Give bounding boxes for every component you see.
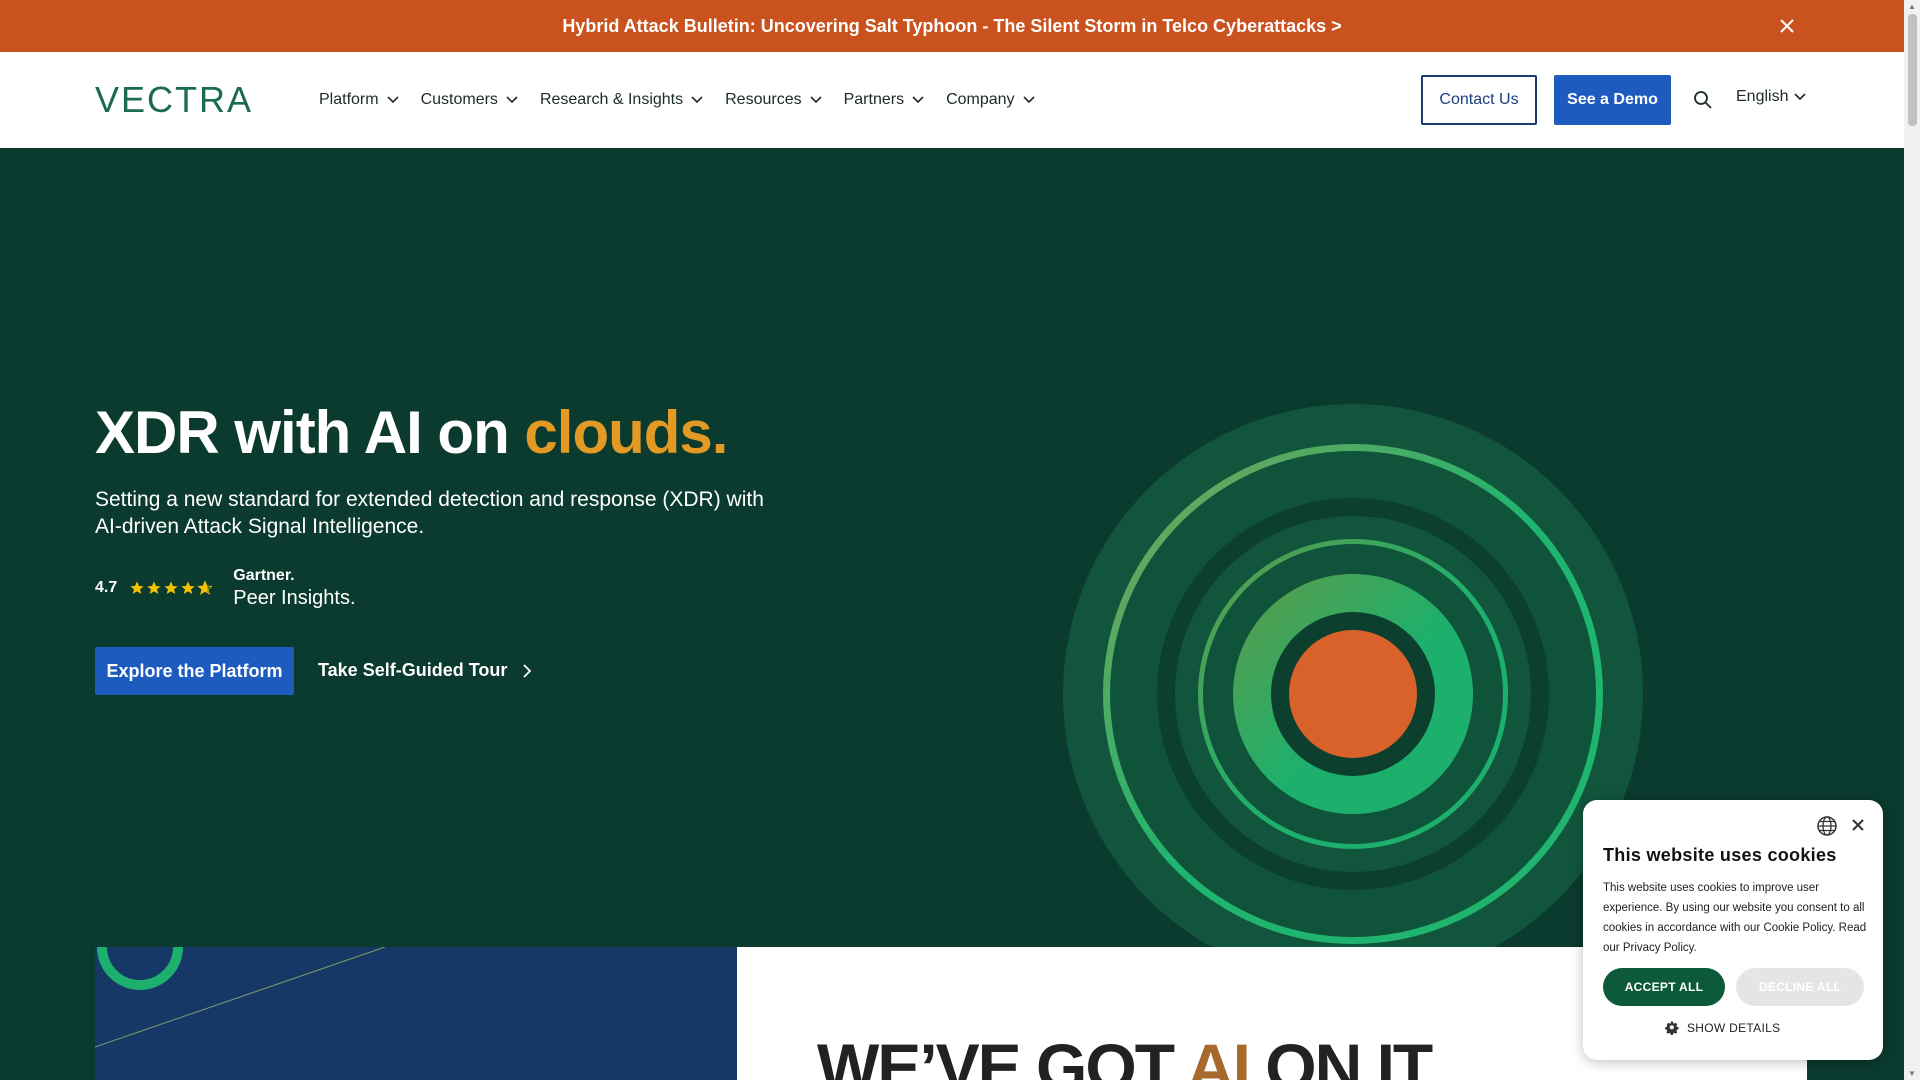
nav-label: Company <box>946 91 1015 108</box>
close-icon[interactable] <box>1849 816 1867 834</box>
headline-ai: AI <box>1186 1030 1251 1080</box>
nav-resources[interactable]: Resources <box>725 91 822 109</box>
contact-us-button[interactable]: Contact Us <box>1421 75 1537 125</box>
announcement-bar[interactable]: Hybrid Attack Bulletin: Uncovering Salt … <box>0 0 1904 52</box>
language-label: English <box>1736 88 1789 105</box>
nav-label: Platform <box>319 91 379 108</box>
chevron-down-icon <box>912 96 924 104</box>
hero-title-main: XDR with AI on <box>95 399 525 466</box>
nav-label: Research & Insights <box>539 91 684 108</box>
nav-label: Resources <box>725 91 802 108</box>
section-headline: WE’VE GOT AI ON IT <box>817 1029 1433 1080</box>
see-a-demo-button[interactable]: See a Demo <box>1554 75 1671 125</box>
nav-partners[interactable]: Partners <box>844 91 924 109</box>
close-icon[interactable] <box>1774 13 1800 39</box>
accept-all-button[interactable]: ACCEPT ALL <box>1603 968 1725 1006</box>
cookie-consent-dialog: This website uses cookies This website u… <box>1583 800 1883 1060</box>
nav-label: Customers <box>420 91 498 108</box>
cookie-body: This website uses cookies to improve use… <box>1603 882 1867 954</box>
bulletin-text[interactable]: Hybrid Attack Bulletin: Uncovering Salt … <box>562 16 1341 37</box>
logo-text: VECTRA <box>95 82 253 118</box>
gartner-line1: Gartner. <box>233 567 295 584</box>
scroll-up-arrow-icon[interactable]: ▲ <box>1908 2 1916 11</box>
star-icon <box>197 580 213 595</box>
headline-pre: WE’VE GOT <box>817 1030 1187 1080</box>
vectra-logo[interactable]: VECTRA <box>95 82 275 118</box>
tour-label: Take Self-Guided Tour <box>318 660 508 680</box>
site-header: VECTRA Platform Customers Research & Ins… <box>0 52 1904 148</box>
rating-stars <box>129 580 213 596</box>
chevron-down-icon <box>1022 96 1035 104</box>
nav-label: Partners <box>843 91 905 108</box>
language-selector[interactable]: English <box>1736 88 1807 106</box>
rating-score: 4.7 <box>95 579 118 596</box>
chevron-down-icon <box>1794 93 1807 101</box>
show-details-button[interactable]: SHOW DETAILS <box>1665 1021 1780 1035</box>
gear-icon <box>1665 1021 1679 1035</box>
nav-platform[interactable]: Platform <box>319 91 399 109</box>
cookie-title: This website uses cookies <box>1603 845 1837 865</box>
chevron-down-icon <box>387 96 399 104</box>
star-icon <box>181 581 195 594</box>
decline-all-button[interactable]: DECLINE ALL <box>1736 968 1864 1006</box>
chevron-right-icon <box>523 663 532 678</box>
globe-icon[interactable] <box>1816 815 1838 837</box>
decorative-graphic <box>95 947 386 1048</box>
self-guided-tour-link[interactable]: Take Self-Guided Tour <box>318 660 532 681</box>
gartner-peer-insights-logo: Gartner. Peer Insights. <box>233 567 356 609</box>
show-details-label: SHOW DETAILS <box>1687 1021 1781 1035</box>
gartner-rating[interactable]: 4.7 Gartner. Peer Insights. <box>95 567 356 609</box>
search-icon[interactable] <box>1693 90 1713 110</box>
nav-company[interactable]: Company <box>946 91 1035 109</box>
gartner-line2: Peer Insights. <box>233 587 356 609</box>
star-icon <box>130 581 144 594</box>
hero-title: XDR with AI on clouds. <box>95 398 728 467</box>
scroll-thumb[interactable] <box>1908 14 1917 126</box>
page-scrollbar[interactable]: ▲ ▼ <box>1904 0 1920 1080</box>
hero-subtitle: Setting a new standard for extended dete… <box>95 488 764 538</box>
explore-platform-button[interactable]: Explore the Platform <box>95 647 294 695</box>
nav-customers[interactable]: Customers <box>421 91 518 109</box>
chevron-down-icon <box>506 96 518 104</box>
headline-post: ON IT <box>1248 1030 1433 1080</box>
chevron-down-icon <box>691 96 703 104</box>
chevron-down-icon <box>810 96 822 104</box>
nav-research-insights[interactable]: Research & Insights <box>540 91 703 109</box>
media-panel <box>95 947 737 1080</box>
star-icon <box>147 581 161 594</box>
main-nav: Platform Customers Research & Insights R… <box>319 52 1057 148</box>
concentric-rings-graphic <box>1063 404 1643 984</box>
star-icon <box>164 581 178 594</box>
hero-title-accent: clouds. <box>524 399 728 466</box>
scroll-down-arrow-icon[interactable]: ▼ <box>1908 1069 1916 1078</box>
